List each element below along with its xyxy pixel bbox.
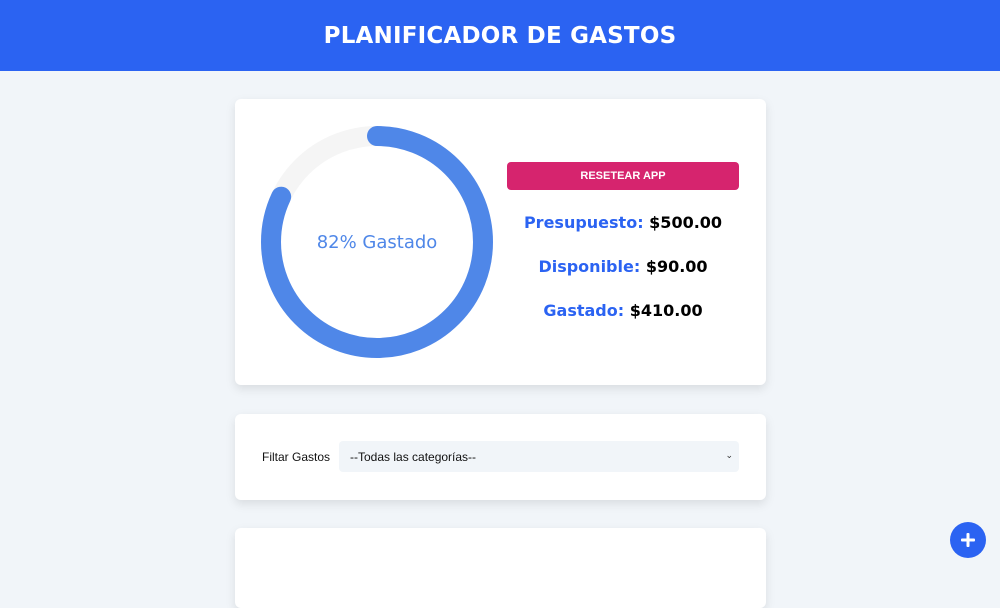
- page-title: PLANIFICADOR DE GASTOS: [323, 22, 677, 49]
- expense-list-card: [235, 528, 766, 608]
- category-filter-select[interactable]: --Todas las categorías-- ⌄: [339, 441, 739, 472]
- plus-icon: [961, 533, 975, 547]
- budget-progress: 82% Gastado: [260, 125, 494, 359]
- reset-app-button[interactable]: RESETEAR APP: [507, 162, 739, 190]
- stat-value: $90.00: [645, 257, 708, 276]
- stat-value: $410.00: [629, 301, 703, 320]
- stat-key: Presupuesto:: [523, 213, 644, 232]
- stat-presupuesto: Presupuesto: $500.00: [507, 213, 739, 232]
- budget-card: 82% Gastado RESETEAR APP Presupuesto: $5…: [235, 99, 766, 385]
- stat-key: Gastado:: [543, 301, 625, 320]
- stat-value: $500.00: [649, 213, 723, 232]
- progress-label: 82% Gastado: [316, 231, 438, 253]
- filter-selected-value: --Todas las categorías--: [350, 449, 477, 464]
- filter-label: Filtar Gastos: [262, 450, 331, 464]
- filter-card: Filtar Gastos --Todas las categorías-- ⌄: [235, 414, 766, 500]
- stat-key: Disponible:: [538, 257, 641, 276]
- add-expense-button[interactable]: [950, 522, 986, 558]
- app-header: PLANIFICADOR DE GASTOS: [0, 0, 1000, 71]
- chevron-down-icon: ⌄: [725, 450, 733, 460]
- stat-gastado: Gastado: $410.00: [507, 301, 739, 320]
- stat-disponible: Disponible: $90.00: [507, 257, 739, 276]
